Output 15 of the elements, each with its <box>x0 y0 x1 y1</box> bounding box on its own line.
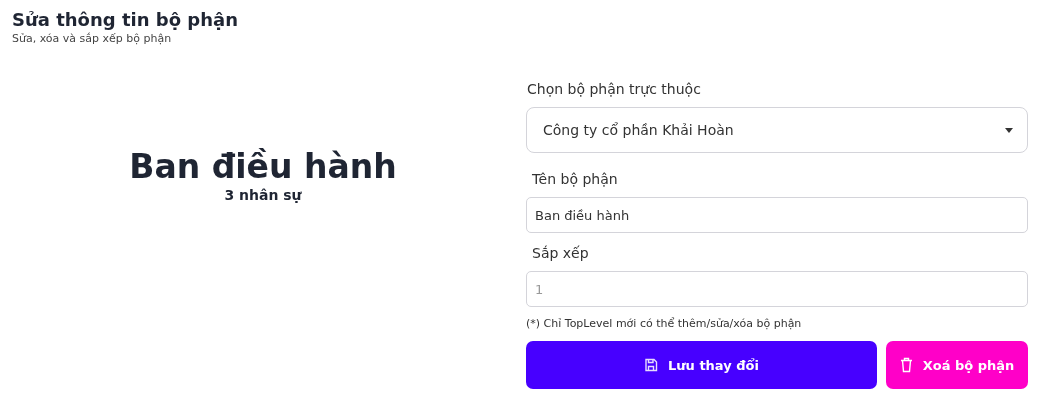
caret-icon <box>1005 127 1013 133</box>
page-subtitle: Sửa, xóa và sắp xếp bộ phận <box>12 32 173 46</box>
field-label: Tên bộ phận <box>531 170 619 188</box>
department-name: Ban điều hành <box>129 146 397 187</box>
save-button[interactable]: Lưu thay đổi <box>526 341 877 389</box>
member-count: 3 nhân sự <box>224 186 302 203</box>
page-title: Sửa thông tin bộ phận <box>12 8 239 32</box>
input-field[interactable]: Ban điều hành <box>526 197 1028 233</box>
input-field[interactable]: 1 <box>526 271 1028 307</box>
save-icon <box>644 358 659 372</box>
parent-select[interactable]: Công ty cổ phần Khải Hoàn <box>526 107 1028 153</box>
field-label: Sắp xếp <box>531 244 590 262</box>
permission-note: (*) Chỉ TopLevel mới có thể thêm/sửa/xóa bộ phận <box>526 317 803 330</box>
field-label: Chọn bộ phận trực thuộc <box>526 80 702 98</box>
trash-icon <box>899 357 913 373</box>
